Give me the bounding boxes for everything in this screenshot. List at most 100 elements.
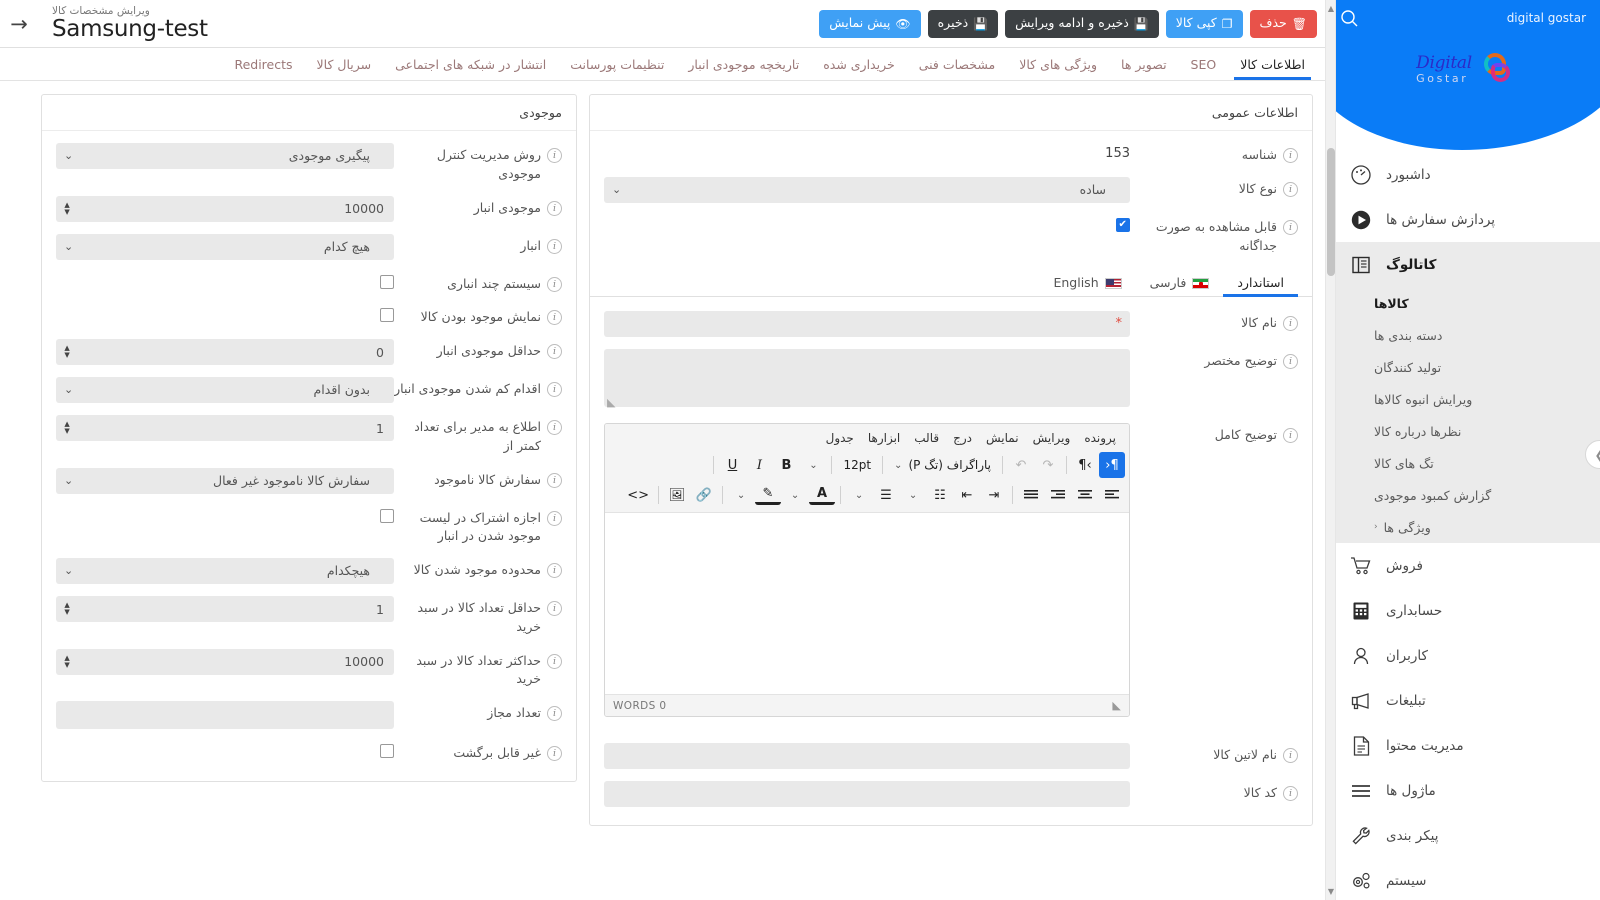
sidebar-item-content-management[interactable]: مدیریت محتوا <box>1326 723 1600 768</box>
editor-menu-format[interactable]: قالب <box>907 428 946 448</box>
redo-icon[interactable]: ↷ <box>1035 452 1061 478</box>
tab-commission-settings[interactable]: تنظیمات پورسانت <box>558 58 676 81</box>
sidebar-item-system[interactable]: سیستم <box>1326 858 1600 900</box>
latin-name-input[interactable] <box>604 743 1130 770</box>
tab-specifications[interactable]: مشخصات فنی <box>907 58 1007 81</box>
info-icon[interactable]: i <box>1283 219 1298 235</box>
sidebar-subitem-categories[interactable]: دسته بندی ها <box>1326 319 1600 351</box>
info-icon[interactable]: i <box>547 653 562 669</box>
chevron-down-icon[interactable]: ⌄ <box>846 482 872 508</box>
delete-button[interactable]: 🗑 حذف <box>1249 9 1317 38</box>
lang-tab-standard[interactable]: استاندارد <box>1223 276 1298 297</box>
paragraph-rtl-icon[interactable]: ¶‹ <box>1099 452 1125 479</box>
info-icon[interactable]: i <box>1283 748 1298 764</box>
editor-menu-edit[interactable]: ویرایش <box>1026 428 1078 448</box>
bold-icon[interactable]: B <box>773 452 799 478</box>
save-and-continue-button[interactable]: 💾 ذخیره و ادامه ویرایش <box>1005 9 1159 38</box>
backorder-select[interactable]: سفارش کالا ناموجود غیر فعال ⌄ <box>56 467 394 494</box>
sidebar-search[interactable]: digital gostar <box>1340 6 1586 30</box>
sidebar-subitem-manufacturers[interactable]: تولید کنندگان <box>1326 351 1600 383</box>
align-justify-icon[interactable] <box>1018 482 1044 508</box>
sidebar-item-sales[interactable]: فروش <box>1326 543 1600 588</box>
info-icon[interactable]: i <box>1283 786 1298 802</box>
sidebar-subitem-products[interactable]: کالاها <box>1326 287 1600 319</box>
search-icon[interactable] <box>1340 9 1359 28</box>
allowed-quantities-input[interactable] <box>56 701 394 729</box>
font-size-select[interactable]: 12pt <box>837 452 877 478</box>
editor-menu-view[interactable]: نمایش <box>979 428 1026 448</box>
stock-management-select[interactable]: پیگیری موجودی ⌄ <box>56 143 394 169</box>
availability-range-select[interactable]: هیچکدام ⌄ <box>56 558 394 584</box>
paragraph-ltr-icon[interactable]: ›¶ <box>1072 452 1098 478</box>
chevron-down-icon[interactable]: ⌄ <box>800 452 826 478</box>
info-icon[interactable]: i <box>547 148 562 163</box>
sidebar-item-order-processing[interactable]: پردازش سفارش ها <box>1326 197 1600 242</box>
editor-menu-tools[interactable]: ابزارها <box>861 428 907 448</box>
sidebar-item-accounting[interactable]: حسابداری <box>1326 588 1600 633</box>
low-stock-action-select[interactable]: بدون اقدام ⌄ <box>56 377 394 403</box>
chevron-down-icon[interactable]: ⌄ <box>728 482 754 508</box>
align-left-icon[interactable] <box>1099 482 1125 508</box>
tab-serial[interactable]: سریال کالا <box>305 58 384 81</box>
tab-redirects[interactable]: Redirects <box>222 58 304 81</box>
undo-icon[interactable]: ↶ <box>1008 452 1034 478</box>
info-icon[interactable]: i <box>547 601 562 616</box>
link-icon[interactable]: 🔗 <box>691 482 717 508</box>
multi-warehouse-checkbox[interactable] <box>380 274 394 289</box>
scrollbar-thumb[interactable] <box>1327 148 1335 276</box>
min-cart-qty-input[interactable] <box>56 596 394 622</box>
info-icon[interactable]: i <box>547 310 562 326</box>
short-description-textarea[interactable] <box>604 349 1130 408</box>
info-icon[interactable]: i <box>547 238 562 254</box>
info-icon[interactable]: i <box>547 746 562 761</box>
text-color-icon[interactable]: A <box>809 485 835 506</box>
info-icon[interactable]: i <box>547 472 562 488</box>
info-icon[interactable]: i <box>547 563 562 578</box>
chevron-down-icon[interactable]: ⌄ <box>782 482 808 508</box>
warehouse-select[interactable]: هیچ کدام ⌄ <box>56 233 394 260</box>
display-availability-checkbox[interactable] <box>380 308 394 323</box>
numbered-list-icon[interactable]: ☰ <box>873 482 899 508</box>
scroll-down-arrow-icon[interactable]: ▼ <box>1327 887 1335 896</box>
product-code-input[interactable] <box>604 781 1130 808</box>
editor-menu-insert[interactable]: درج <box>946 428 979 448</box>
product-type-select[interactable]: ساده ⌄ <box>604 176 1130 203</box>
highlight-color-icon[interactable]: ✎ <box>755 485 781 506</box>
underline-icon[interactable]: U <box>719 452 745 478</box>
sidebar-item-customers[interactable]: کاربران <box>1326 633 1600 678</box>
info-icon[interactable]: i <box>547 510 562 526</box>
save-button[interactable]: 💾 ذخیره <box>927 9 999 38</box>
info-icon[interactable]: i <box>547 344 562 359</box>
tab-product-attributes[interactable]: ویژگی های کالا <box>1007 58 1109 81</box>
sidebar-subitem-low-stock-report[interactable]: گزارش کمبود موجودی <box>1326 479 1600 511</box>
max-cart-qty-input[interactable] <box>56 648 394 675</box>
visible-individually-checkbox[interactable] <box>1116 217 1130 232</box>
tab-seo[interactable]: SEO <box>1179 58 1229 81</box>
info-icon[interactable]: i <box>547 382 562 397</box>
info-icon[interactable]: i <box>547 420 562 435</box>
info-icon[interactable]: i <box>1283 148 1298 163</box>
info-icon[interactable]: i <box>1283 354 1298 370</box>
min-stock-input[interactable] <box>56 339 394 365</box>
align-right-icon[interactable] <box>1045 482 1071 508</box>
bullet-list-icon[interactable]: ☷ <box>927 482 953 508</box>
back-in-stock-checkbox[interactable] <box>380 508 394 523</box>
stock-quantity-input[interactable] <box>56 195 394 222</box>
resize-handle-icon[interactable]: ◢ <box>607 396 615 409</box>
preview-button[interactable]: 👁 پیش نمایش <box>819 9 921 38</box>
sidebar-item-dashboard[interactable]: داشبورد <box>1326 152 1600 197</box>
sidebar-item-modules[interactable]: ماژول ها <box>1326 768 1600 813</box>
sidebar-item-catalog[interactable]: کاتالوگ <box>1326 242 1600 287</box>
product-name-input[interactable] <box>604 311 1130 338</box>
info-icon[interactable]: i <box>1283 316 1298 332</box>
notify-admin-input[interactable] <box>56 415 394 441</box>
info-icon[interactable]: i <box>547 200 562 216</box>
info-icon[interactable]: i <box>547 706 562 721</box>
scroll-up-arrow-icon[interactable]: ▲ <box>1327 4 1335 13</box>
sidebar-subitem-attributes[interactable]: ویژگی ها ‹ <box>1326 511 1600 543</box>
chevron-down-icon[interactable]: ⌄ <box>900 482 926 508</box>
arrow-right-icon[interactable]: → <box>0 0 38 48</box>
lang-tab-farsi[interactable]: فارسی <box>1136 276 1224 297</box>
block-format-select[interactable]: پاراگراف (تگ P) ⌄ <box>888 452 997 478</box>
indent-icon[interactable]: ⇤ <box>954 482 980 508</box>
